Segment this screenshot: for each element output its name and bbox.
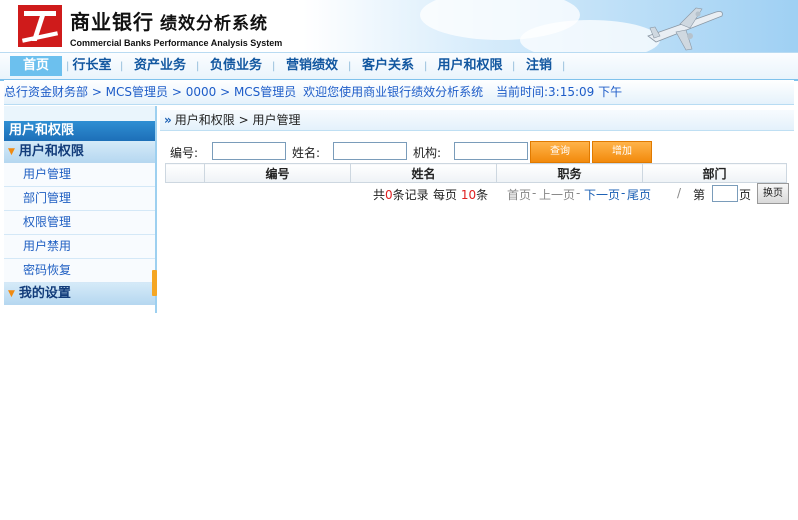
sidebar-collapse-handle[interactable] — [152, 270, 157, 296]
select-column-header — [165, 163, 205, 183]
sidebar-item-permission-management[interactable]: 权限管理 — [4, 211, 156, 235]
sidebar-item-user-disable[interactable]: 用户禁用 — [4, 235, 156, 259]
name-input[interactable] — [333, 142, 407, 160]
main-nav: 首页 | 行长室 | 资产业务 | 负债业务 | 营销绩效 | 客户关系 | 用… — [0, 52, 798, 81]
nav-logout[interactable]: 注销 — [522, 56, 556, 76]
query-button[interactable]: 查询 — [530, 141, 590, 163]
user-table: 编号 姓名 职务 部门 — [165, 163, 787, 183]
nav-separator: | — [272, 61, 276, 72]
pagination: 共0条记录 每页 10条 首页 - 上一页 - 下一页 - 尾页 / 第 页 换… — [165, 183, 789, 205]
app-title-sub: 绩效分析系统 — [160, 14, 268, 34]
page-prefix: 第 — [693, 188, 706, 202]
sidebar-title: 用户和权限 — [4, 121, 156, 141]
id-label: 编号: — [170, 146, 199, 160]
user-path: 总行资金财务部 > MCS管理员 > 0000 > MCS管理员 — [4, 85, 297, 99]
pager-separator: - — [532, 186, 537, 200]
record-count: 共0条记录 — [373, 188, 429, 202]
org-label: 机构: — [413, 146, 442, 160]
sidebar-item-password-recovery[interactable]: 密码恢复 — [4, 259, 156, 283]
nav-separator: | — [66, 61, 70, 72]
next-page-link[interactable]: 下一页 — [584, 186, 620, 203]
nav-separator: | — [196, 61, 200, 72]
first-page-link[interactable]: 首页 — [507, 186, 531, 203]
double-chevron-icon: » — [164, 113, 172, 127]
nav-separator: | — [120, 61, 124, 72]
sidebar-item-department-management[interactable]: 部门管理 — [4, 187, 156, 211]
name-label: 姓名: — [292, 146, 321, 160]
go-page-button[interactable]: 换页 — [757, 183, 789, 204]
pager-separator: - — [621, 186, 626, 200]
table-header-row: 编号 姓名 职务 部门 — [165, 163, 787, 183]
id-input[interactable] — [212, 142, 286, 160]
position-column-header[interactable]: 职务 — [496, 163, 643, 183]
id-column-header[interactable]: 编号 — [204, 163, 351, 183]
breadcrumb: » 用户和权限 > 用户管理 — [160, 110, 794, 131]
caret-down-icon: ▼ — [8, 289, 15, 299]
page-suffix: 页 — [739, 188, 752, 202]
sidebar-group-my-settings[interactable]: ▼ 我的设置 — [4, 283, 156, 305]
nav-marketing-performance[interactable]: 营销绩效 — [282, 56, 342, 76]
status-bar: 总行资金财务部 > MCS管理员 > 0000 > MCS管理员 欢迎您使用商业… — [4, 80, 794, 105]
app-subtitle: Commercial Banks Performance Analysis Sy… — [70, 38, 283, 48]
last-page-link[interactable]: 尾页 — [627, 186, 651, 203]
cloud-decoration — [520, 20, 660, 52]
nav-customer-relations[interactable]: 客户关系 — [358, 56, 418, 76]
pager-separator: - — [576, 186, 581, 200]
add-button[interactable]: 增加 — [592, 141, 652, 163]
sidebar-group-label: 我的设置 — [18, 286, 71, 301]
time-value: 3:15:09 下午 — [548, 85, 623, 99]
name-column-header[interactable]: 姓名 — [350, 163, 497, 183]
header-banner: 商业银行 绩效分析系统 Commercial Banks Performance … — [0, 0, 798, 52]
sidebar-group-users-permissions[interactable]: ▼ 用户和权限 — [4, 141, 156, 163]
sidebar: 用户和权限 ▼ 用户和权限 用户管理 部门管理 权限管理 用户禁用 密码恢复 ▼ 我… — [4, 106, 156, 313]
department-column-header[interactable]: 部门 — [642, 163, 787, 183]
nav-separator: | — [348, 61, 352, 72]
nav-asset-business[interactable]: 资产业务 — [130, 56, 190, 76]
breadcrumb-text: 用户和权限 > 用户管理 — [174, 113, 301, 127]
time-label: 当前时间: — [495, 85, 549, 99]
nav-users-permissions[interactable]: 用户和权限 — [434, 56, 506, 76]
bank-logo — [18, 5, 62, 47]
sidebar-top-strip — [4, 106, 156, 121]
app-title: 商业银行 绩效分析系统 — [70, 6, 268, 35]
sidebar-group-label: 用户和权限 — [18, 144, 84, 159]
nav-president-office[interactable]: 行长室 — [70, 56, 114, 76]
airplane-icon — [647, 7, 723, 51]
nav-home[interactable]: 首页 — [10, 56, 62, 76]
welcome-text: 欢迎您使用商业银行绩效分析系统 — [303, 85, 484, 99]
page-number-input[interactable] — [712, 185, 738, 202]
page-size: 每页 10条 — [433, 188, 489, 202]
sidebar-item-user-management[interactable]: 用户管理 — [4, 163, 156, 187]
caret-down-icon: ▼ — [8, 147, 15, 157]
nav-liability-business[interactable]: 负债业务 — [206, 56, 266, 76]
app-title-main: 商业银行 — [70, 10, 154, 34]
nav-separator: | — [512, 61, 516, 72]
org-input[interactable] — [454, 142, 528, 160]
nav-separator: | — [562, 61, 566, 72]
nav-separator: | — [424, 61, 428, 72]
prev-page-link[interactable]: 上一页 — [539, 186, 575, 203]
pager-slash: / — [677, 186, 682, 200]
